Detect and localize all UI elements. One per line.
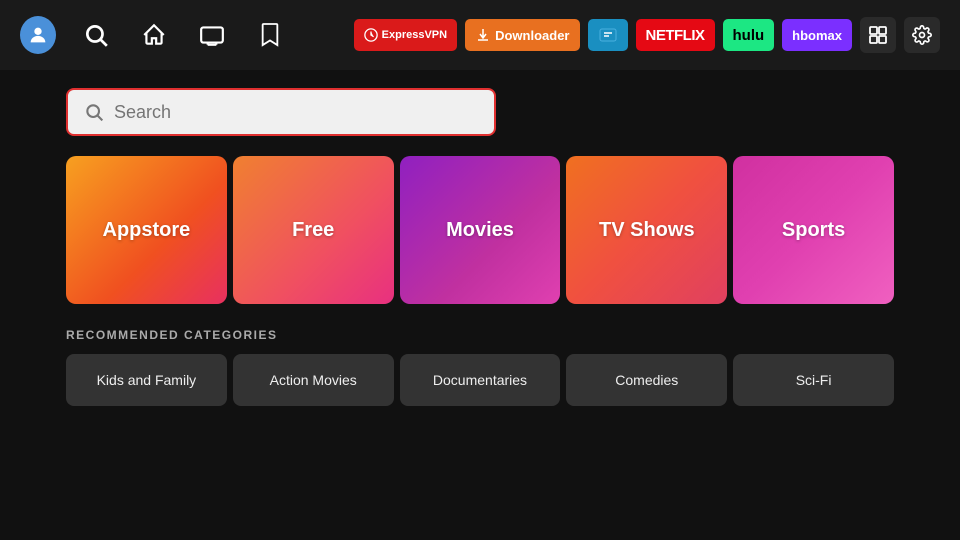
tv-icon[interactable]: [194, 17, 230, 53]
recommended-label: RECOMMENDED CATEGORIES: [66, 328, 894, 342]
tile-movies[interactable]: Movies: [400, 156, 561, 304]
tile-appstore[interactable]: Appstore: [66, 156, 227, 304]
home-icon[interactable]: [136, 17, 172, 53]
rec-tile-kids[interactable]: Kids and Family: [66, 354, 227, 406]
avatar[interactable]: [20, 17, 56, 53]
search-icon: [84, 102, 104, 122]
tile-free-label: Free: [292, 219, 334, 242]
grid-icon[interactable]: [860, 17, 896, 53]
rec-tile-scifi[interactable]: Sci-Fi: [733, 354, 894, 406]
tile-tvshows-label: TV Shows: [599, 219, 695, 242]
rec-tile-scifi-label: Sci-Fi: [796, 372, 832, 388]
nav-right: ExpressVPN Downloader NETFLIX hulu hboma…: [354, 17, 940, 53]
tile-appstore-label: Appstore: [103, 219, 191, 242]
rec-tile-comedies-label: Comedies: [615, 372, 678, 388]
hbomax-badge[interactable]: hbomax: [782, 19, 852, 51]
tile-tvshows[interactable]: TV Shows: [566, 156, 727, 304]
hbomax-label: hbomax: [792, 28, 842, 43]
hulu-badge[interactable]: hulu: [723, 19, 775, 51]
nav-left: [20, 17, 288, 53]
tile-movies-label: Movies: [446, 219, 514, 242]
avatar-circle: [20, 16, 56, 54]
tile-sports-label: Sports: [782, 219, 845, 242]
category-tiles: Appstore Free Movies TV Shows Sports: [66, 156, 894, 304]
top-nav: ExpressVPN Downloader NETFLIX hulu hboma…: [0, 0, 960, 70]
rec-tile-action-label: Action Movies: [270, 372, 357, 388]
tile-sports[interactable]: Sports: [733, 156, 894, 304]
rec-tile-kids-label: Kids and Family: [97, 372, 197, 388]
rec-tile-action[interactable]: Action Movies: [233, 354, 394, 406]
rec-tile-docs-label: Documentaries: [433, 372, 527, 388]
tile-free[interactable]: Free: [233, 156, 394, 304]
expressvpn-label: ExpressVPN: [382, 29, 447, 41]
downloader-badge[interactable]: Downloader: [465, 19, 579, 51]
rec-tile-comedies[interactable]: Comedies: [566, 354, 727, 406]
expressvpn-badge[interactable]: ExpressVPN: [354, 19, 457, 51]
main-content: Appstore Free Movies TV Shows Sports REC…: [0, 70, 960, 406]
rec-tile-docs[interactable]: Documentaries: [400, 354, 561, 406]
cyber-badge[interactable]: [588, 19, 628, 51]
search-input[interactable]: [114, 102, 478, 123]
netflix-label: NETFLIX: [646, 27, 705, 44]
hulu-label: hulu: [733, 27, 765, 44]
bookmark-icon[interactable]: [252, 17, 288, 53]
netflix-badge[interactable]: NETFLIX: [636, 19, 715, 51]
search-nav-button[interactable]: [78, 17, 114, 53]
recommended-section: RECOMMENDED CATEGORIES Kids and Family A…: [66, 328, 894, 406]
settings-icon[interactable]: [904, 17, 940, 53]
search-bar-wrapper[interactable]: [66, 88, 496, 136]
downloader-label: Downloader: [495, 28, 569, 43]
recommended-row: Kids and Family Action Movies Documentar…: [66, 354, 894, 406]
